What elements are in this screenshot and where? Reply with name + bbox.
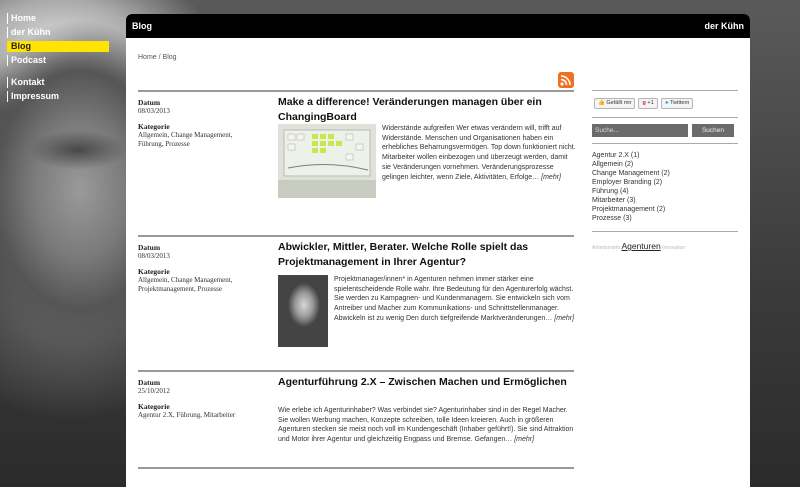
post-categories[interactable]: Agentur 2.X, Führung, Mitarbeiter	[138, 411, 248, 420]
sidebar-divider	[592, 117, 738, 118]
post-body: Wie erlebe ich Agenturinhaber? Was verbi…	[278, 406, 574, 445]
date-label: Datum	[138, 98, 161, 107]
search-input[interactable]	[592, 124, 688, 137]
category-label: Kategorie	[138, 122, 170, 131]
header-section-title: Blog	[132, 21, 152, 31]
post-body: Widerstände aufgreifen Wer etwas verände…	[278, 124, 578, 198]
header-bar: Blog der Kühn	[126, 14, 750, 38]
post-excerpt: Wie erlebe ich Agenturinhaber? Was verbi…	[278, 406, 574, 445]
category-label: Kategorie	[138, 267, 170, 276]
category-item[interactable]: Allgemein (2)	[592, 160, 738, 169]
thumbs-up-icon: 👍	[598, 100, 605, 106]
blog-post: Datum 25/10/2012 Kategorie Agentur 2.X, …	[138, 370, 574, 470]
post-meta: Datum 25/10/2012 Kategorie Agentur 2.X, …	[138, 378, 248, 426]
tag-link[interactable]: Arbeitsmarkt	[592, 245, 620, 251]
tag-cloud: Arbeitsmarkt Agenturen Innovation	[592, 240, 738, 254]
nav-item-podcast[interactable]: Podcast	[7, 55, 109, 66]
category-item[interactable]: Employer Branding (2)	[592, 178, 738, 187]
search-button[interactable]: Suchen	[692, 124, 734, 137]
post-categories[interactable]: Allgemein, Change Management, Führung, P…	[138, 131, 248, 149]
post-divider	[138, 370, 574, 372]
category-label: Kategorie	[138, 402, 170, 411]
category-item[interactable]: Projektmanagement (2)	[592, 205, 738, 214]
post-date: 08/03/2013	[138, 252, 170, 260]
post-body: Projektmanager/innen* in Agenturen nehme…	[278, 275, 578, 347]
google-plus-label: +1	[647, 100, 654, 106]
post-divider	[138, 467, 574, 469]
facebook-like-button[interactable]: 👍 Gefällt mir	[594, 98, 636, 109]
search-form: Suchen	[592, 124, 738, 137]
post-meta: Datum 08/03/2013 Kategorie Allgemein, Ch…	[138, 98, 248, 155]
google-plus-button[interactable]: g +1	[638, 98, 658, 109]
blog-post: Datum 08/03/2013 Kategorie Allgemein, Ch…	[138, 90, 576, 224]
sidebar-divider	[592, 90, 738, 91]
category-item[interactable]: Change Management (2)	[592, 169, 738, 178]
post-title[interactable]: Make a difference! Veränderungen managen…	[278, 95, 568, 125]
post-divider	[138, 90, 574, 92]
nav-item-kontakt[interactable]: Kontakt	[7, 77, 109, 88]
google-plus-icon: g	[642, 100, 646, 106]
post-excerpt: Widerstände aufgreifen Wer etwas verände…	[382, 124, 578, 198]
nav-item-home[interactable]: Home	[7, 13, 109, 24]
sidebar-divider	[592, 143, 738, 144]
post-thumbnail-changingboard[interactable]	[278, 124, 376, 198]
post-meta: Datum 08/03/2013 Kategorie Allgemein, Ch…	[138, 243, 248, 300]
read-more-link[interactable]: [mehr]	[541, 174, 561, 181]
breadcrumb-home-link[interactable]: Home	[138, 54, 157, 61]
date-label: Datum	[138, 243, 161, 252]
category-item[interactable]: Mitarbeiter (3)	[592, 196, 738, 205]
tweet-label: Twittern	[670, 100, 690, 106]
blog-post: Datum 08/03/2013 Kategorie Allgemein, Ch…	[138, 235, 574, 379]
read-more-link[interactable]: [mehr]	[554, 315, 574, 322]
post-thumbnail-portrait[interactable]	[278, 275, 328, 347]
header-site-title[interactable]: der Kühn	[705, 21, 745, 31]
tweet-button[interactable]: ►Twittern	[660, 98, 694, 109]
post-excerpt-text: Widerstände aufgreifen Wer etwas verände…	[382, 125, 576, 181]
post-excerpt-text: Projektmanager/innen* in Agenturen nehme…	[334, 276, 574, 322]
category-item[interactable]: Prozesse (3)	[592, 214, 738, 223]
nav-item-der-kuehn[interactable]: der Kühn	[7, 27, 109, 38]
post-title[interactable]: Abwickler, Mittler, Berater. Welche Roll…	[278, 240, 568, 270]
nav-item-impressum[interactable]: Impressum	[7, 91, 109, 102]
facebook-like-label: Gefällt mir	[606, 100, 632, 106]
tag-link[interactable]: Agenturen	[621, 241, 660, 251]
nav-item-blog[interactable]: Blog	[7, 41, 109, 52]
category-item[interactable]: Führung (4)	[592, 187, 738, 196]
post-divider	[138, 235, 574, 237]
post-date: 08/03/2013	[138, 107, 170, 115]
date-label: Datum	[138, 378, 161, 387]
tag-link[interactable]: Innovation	[662, 245, 685, 251]
breadcrumb-current: Blog	[162, 54, 177, 61]
post-excerpt: Projektmanager/innen* in Agenturen nehme…	[334, 275, 578, 347]
sidebar: 👍 Gefällt mir g +1 ►Twittern Suchen Agen…	[592, 90, 738, 254]
main-content-panel: Blog der Kühn Home / Blog Datum 08/03/20…	[126, 14, 750, 487]
rss-feed-icon[interactable]	[558, 72, 574, 88]
post-categories[interactable]: Allgemein, Change Management, Projektman…	[138, 276, 248, 294]
social-share-buttons: 👍 Gefällt mir g +1 ►Twittern	[594, 98, 738, 109]
sidebar-divider	[592, 231, 738, 232]
breadcrumb: Home / Blog	[138, 54, 177, 61]
category-item[interactable]: Agentur 2.X (1)	[592, 151, 738, 160]
read-more-link[interactable]: [mehr]	[514, 436, 534, 443]
post-date: 25/10/2012	[138, 387, 170, 395]
post-title[interactable]: Agenturführung 2.X – Zwischen Machen und…	[278, 375, 568, 390]
category-list: Agentur 2.X (1) Allgemein (2) Change Man…	[592, 151, 738, 223]
main-navigation: Home der Kühn Blog Podcast Kontakt Impre…	[7, 13, 109, 105]
